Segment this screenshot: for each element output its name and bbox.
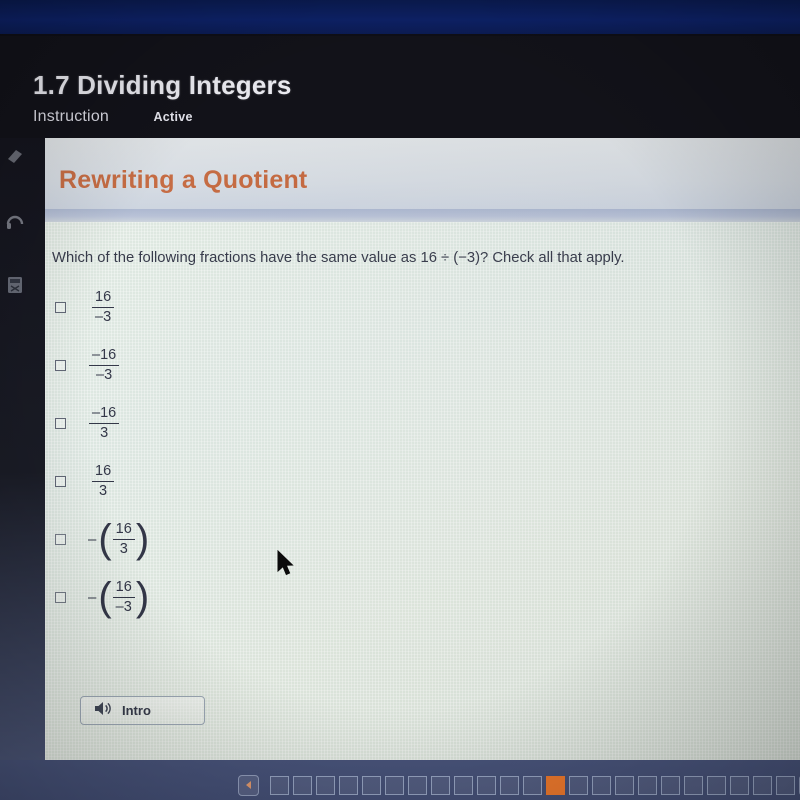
course-header: 1.7 Dividing Integers Instruction Active bbox=[0, 36, 800, 138]
step-square[interactable] bbox=[523, 775, 542, 795]
option-expression-c: –16 3 bbox=[89, 405, 120, 441]
lesson-panel: Rewriting a Quotient Which of the follow… bbox=[45, 138, 800, 760]
step-square[interactable] bbox=[707, 775, 726, 795]
fraction-denominator: 3 bbox=[100, 424, 109, 441]
sidebar bbox=[0, 140, 34, 332]
step-square-current[interactable] bbox=[546, 775, 565, 795]
headphones-icon[interactable] bbox=[0, 204, 30, 238]
option-row[interactable]: 16 3 bbox=[55, 452, 150, 510]
paren-open: ( bbox=[98, 516, 112, 561]
step-square[interactable] bbox=[270, 775, 289, 795]
calculator-icon[interactable] bbox=[0, 268, 30, 302]
option-checkbox-f[interactable] bbox=[55, 591, 66, 603]
page-title: 1.7 Dividing Integers bbox=[33, 70, 292, 100]
step-square[interactable] bbox=[339, 775, 358, 795]
fraction: –16 –3 bbox=[89, 347, 120, 383]
step-square[interactable] bbox=[615, 775, 634, 795]
step-square[interactable] bbox=[408, 775, 427, 795]
paren-close: ) bbox=[135, 516, 150, 561]
step-square[interactable] bbox=[477, 775, 496, 795]
tab-instruction[interactable]: Instruction bbox=[33, 108, 109, 125]
fraction-denominator: –3 bbox=[95, 308, 112, 325]
fraction-numerator: –16 bbox=[92, 347, 117, 363]
paren-open: ( bbox=[98, 574, 112, 619]
step-square[interactable] bbox=[730, 775, 749, 795]
fraction-numerator: 16 bbox=[95, 289, 112, 305]
fraction: 16 3 bbox=[112, 521, 135, 557]
negative-sign: – bbox=[88, 588, 97, 606]
negative-sign: – bbox=[88, 530, 97, 548]
step-square[interactable] bbox=[569, 775, 588, 795]
step-square[interactable] bbox=[454, 775, 473, 795]
question-text: Which of the following fractions have th… bbox=[52, 250, 625, 266]
mouse-pointer bbox=[276, 549, 296, 583]
progress-pagination-bar bbox=[238, 772, 800, 798]
step-square[interactable] bbox=[316, 775, 335, 795]
fraction-numerator: 16 bbox=[95, 463, 112, 479]
fraction-numerator: 16 bbox=[115, 521, 132, 537]
option-expression-d: 16 3 bbox=[92, 463, 115, 499]
option-expression-b: –16 –3 bbox=[89, 347, 120, 383]
fraction-denominator: –3 bbox=[115, 598, 132, 615]
fraction: 16 –3 bbox=[112, 579, 135, 615]
step-square[interactable] bbox=[362, 775, 381, 795]
fraction: –16 3 bbox=[89, 405, 120, 441]
option-expression-f: – ( 16 –3 ) bbox=[88, 574, 150, 619]
step-square[interactable] bbox=[592, 775, 611, 795]
speaker-icon bbox=[94, 701, 113, 721]
option-expression-a: 16 –3 bbox=[92, 289, 115, 325]
option-row[interactable]: 16 –3 bbox=[55, 278, 150, 336]
fraction-denominator: –3 bbox=[96, 366, 113, 383]
step-square[interactable] bbox=[776, 775, 795, 795]
panel-body: Which of the following fractions have th… bbox=[45, 222, 800, 760]
option-checkbox-a[interactable] bbox=[55, 301, 66, 313]
option-row[interactable]: – ( 16 3 ) bbox=[55, 510, 150, 568]
option-checkbox-b[interactable] bbox=[55, 359, 66, 371]
step-square[interactable] bbox=[684, 775, 703, 795]
option-checkbox-d[interactable] bbox=[55, 475, 66, 487]
step-squares bbox=[270, 775, 795, 795]
fraction: 16 –3 bbox=[92, 289, 115, 325]
step-square[interactable] bbox=[385, 775, 404, 795]
option-expression-e: – ( 16 3 ) bbox=[88, 516, 150, 561]
tab-active[interactable]: Active bbox=[153, 110, 192, 124]
step-square[interactable] bbox=[638, 775, 657, 795]
monitor-top-bezel bbox=[0, 0, 800, 36]
panel-title: Rewriting a Quotient bbox=[59, 166, 308, 194]
intro-audio-button[interactable]: Intro bbox=[80, 696, 205, 725]
prev-step-button[interactable] bbox=[238, 774, 259, 796]
option-checkbox-c[interactable] bbox=[55, 417, 66, 429]
step-square[interactable] bbox=[661, 775, 680, 795]
step-square[interactable] bbox=[431, 775, 450, 795]
option-row[interactable]: – ( 16 –3 ) bbox=[55, 568, 150, 626]
answer-options-list: 16 –3 –16 –3 –16 3 16 3 – (16 3) – (1… bbox=[55, 278, 150, 626]
fraction: 16 3 bbox=[92, 463, 115, 499]
fraction-denominator: 3 bbox=[119, 540, 128, 557]
paren-close: ) bbox=[135, 574, 150, 619]
step-square[interactable] bbox=[293, 775, 312, 795]
option-checkbox-e[interactable] bbox=[55, 533, 66, 545]
fraction-numerator: 16 bbox=[115, 579, 132, 595]
bookmark-icon[interactable] bbox=[0, 140, 30, 174]
panel-header: Rewriting a Quotient bbox=[45, 138, 800, 210]
fraction-numerator: –16 bbox=[92, 405, 117, 421]
panel-divider bbox=[45, 209, 800, 222]
tab-bar: Instruction Active bbox=[33, 108, 193, 126]
intro-button-label: Intro bbox=[122, 703, 151, 718]
fraction-denominator: 3 bbox=[99, 482, 108, 499]
option-row[interactable]: –16 –3 bbox=[55, 336, 150, 394]
step-square[interactable] bbox=[500, 775, 519, 795]
option-row[interactable]: –16 3 bbox=[55, 394, 150, 452]
step-square[interactable] bbox=[753, 775, 772, 795]
